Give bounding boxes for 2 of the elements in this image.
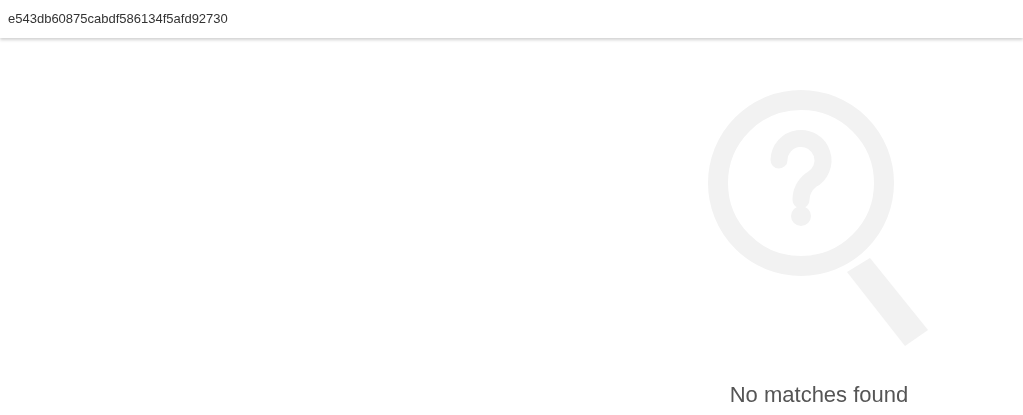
empty-message: No matches found xyxy=(729,381,909,409)
page-title: e543db60875cabdf586134f5afd92730 xyxy=(8,10,228,29)
